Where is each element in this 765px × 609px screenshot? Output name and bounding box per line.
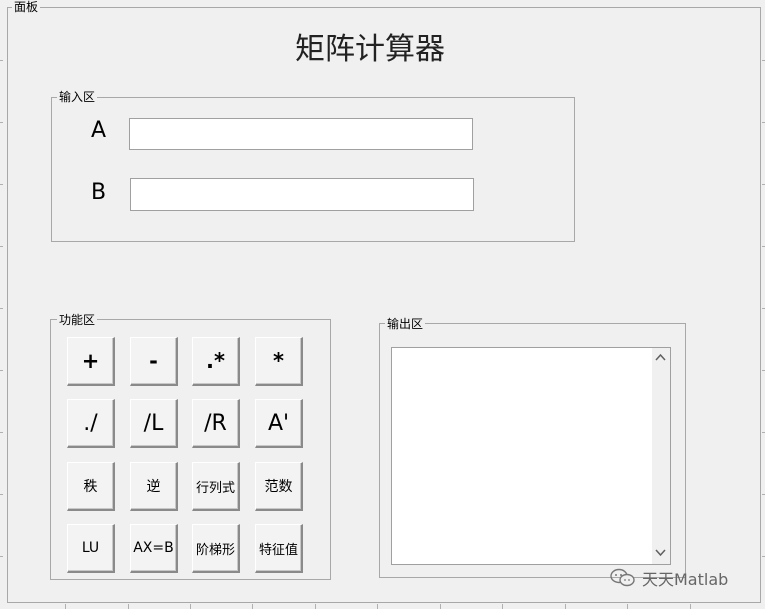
matrix-b-input[interactable] bbox=[130, 178, 474, 211]
tick-mark bbox=[0, 122, 3, 123]
rank-button[interactable]: 秩 bbox=[67, 462, 115, 511]
solve-axb-button[interactable]: AX=B bbox=[130, 524, 178, 573]
output-scrollbar[interactable] bbox=[652, 348, 670, 564]
subtract-button[interactable]: - bbox=[130, 337, 178, 386]
matrix-a-input[interactable] bbox=[129, 118, 473, 150]
tick-mark bbox=[0, 556, 3, 557]
lu-button[interactable]: LU bbox=[67, 524, 115, 573]
echelon-form-button[interactable]: 阶梯形 bbox=[192, 524, 240, 573]
elementwise-divide-button[interactable]: ./ bbox=[67, 399, 115, 448]
tick-mark bbox=[0, 60, 3, 61]
watermark: 天天Matlab bbox=[610, 566, 728, 590]
tick-mark bbox=[0, 432, 3, 433]
chevron-up-icon[interactable] bbox=[655, 352, 666, 364]
elementwise-multiply-button[interactable]: .* bbox=[192, 337, 240, 386]
watermark-text: 天天Matlab bbox=[642, 570, 729, 589]
function-area-legend: 功能区 bbox=[57, 313, 98, 327]
determinant-button[interactable]: 行列式 bbox=[192, 462, 240, 511]
wechat-icon bbox=[610, 568, 636, 588]
tick-mark bbox=[0, 370, 3, 371]
tick-mark bbox=[565, 604, 566, 609]
output-area-legend: 输出区 bbox=[385, 317, 426, 331]
output-textbox[interactable] bbox=[391, 347, 671, 565]
eigenvalue-button[interactable]: 特征值 bbox=[255, 524, 303, 573]
add-button[interactable]: + bbox=[67, 337, 115, 386]
matrix-a-label: A bbox=[91, 118, 107, 143]
tick-mark bbox=[128, 604, 129, 609]
multiply-button[interactable]: * bbox=[255, 337, 303, 386]
tick-mark bbox=[0, 184, 3, 185]
tick-mark bbox=[0, 494, 3, 495]
tick-mark bbox=[440, 604, 441, 609]
norm-button[interactable]: 范数 bbox=[255, 462, 303, 511]
tick-mark bbox=[65, 604, 66, 609]
tick-mark bbox=[315, 604, 316, 609]
matrix-b-label: B bbox=[91, 180, 107, 205]
tick-mark bbox=[252, 604, 253, 609]
tick-mark bbox=[690, 604, 691, 609]
tick-mark bbox=[0, 308, 3, 309]
chevron-down-icon[interactable] bbox=[655, 548, 666, 560]
tick-mark bbox=[377, 604, 378, 609]
tick-mark bbox=[190, 604, 191, 609]
inverse-button[interactable]: 逆 bbox=[130, 462, 178, 511]
left-divide-button[interactable]: /L bbox=[130, 399, 178, 448]
tick-mark bbox=[0, 246, 3, 247]
transpose-button[interactable]: A' bbox=[255, 399, 303, 448]
tick-mark bbox=[627, 604, 628, 609]
page-title: 矩阵计算器 bbox=[295, 32, 445, 67]
input-area-legend: 输入区 bbox=[57, 90, 98, 104]
tick-mark bbox=[502, 604, 503, 609]
right-divide-button[interactable]: /R bbox=[192, 399, 240, 448]
main-panel-legend: 面板 bbox=[12, 0, 41, 14]
